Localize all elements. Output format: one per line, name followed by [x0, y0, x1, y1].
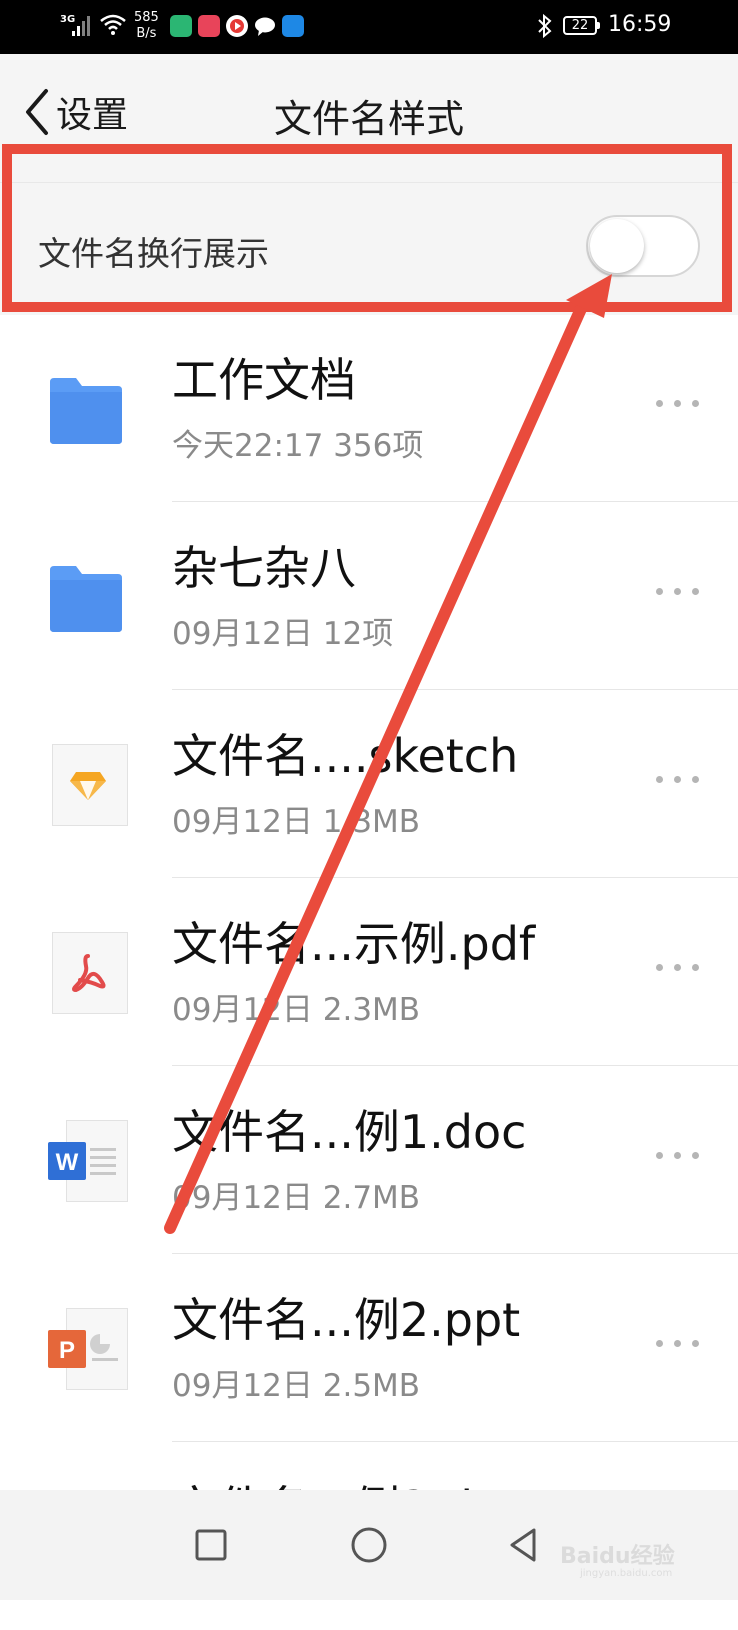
- file-name: 文件名...例2.ppt: [172, 1293, 521, 1347]
- pdf-file-icon: [48, 932, 128, 1014]
- clock: 16:59: [608, 12, 672, 37]
- watermark-brand: Baidu经验: [560, 1544, 675, 1569]
- file-row[interactable]: W 文件名...例1.doc 09月12日 2.7MB: [0, 1066, 738, 1254]
- file-meta: 09月12日 2.3MB: [172, 992, 421, 1028]
- speed-value: 585: [134, 10, 159, 25]
- signal-icon: [72, 14, 94, 36]
- baidu-watermark: Baidu经验 jingyan.baidu.com: [560, 1510, 730, 1590]
- svg-text:P: P: [59, 1337, 75, 1364]
- battery-indicator: 22: [563, 16, 600, 35]
- file-row[interactable]: 文件名...示例.pdf 09月12日 2.3MB: [0, 878, 738, 1066]
- setting-row: 文件名换行展示: [0, 182, 738, 315]
- more-options-icon[interactable]: [656, 1148, 700, 1162]
- home-button[interactable]: [344, 1520, 394, 1570]
- recent-apps-button[interactable]: [186, 1520, 236, 1570]
- toggle-knob: [590, 219, 644, 273]
- bluetooth-icon: [538, 13, 552, 39]
- file-meta: 09月12日 2.5MB: [172, 1368, 421, 1404]
- message-icon: [254, 15, 276, 37]
- back-nav-button[interactable]: [500, 1520, 550, 1570]
- setting-section: 文件名换行展示: [0, 174, 738, 315]
- speed-unit: B/s: [136, 26, 157, 41]
- title-bar: 设置 文件名样式: [0, 54, 738, 174]
- more-options-icon[interactable]: [656, 1336, 700, 1350]
- network-speed: 585 B/s: [134, 10, 159, 42]
- file-name: 工作文档: [172, 353, 356, 407]
- file-row[interactable]: P 文件名...例2.ppt 09月12日 2.5MB: [0, 1254, 738, 1442]
- file-name: 文件名...示例.pdf: [172, 917, 536, 971]
- file-meta: 今天22:17 356项: [172, 428, 424, 464]
- file-meta: 09月12日 12项: [172, 616, 394, 652]
- watermark-url: jingyan.baidu.com: [580, 1568, 673, 1579]
- svg-text:W: W: [56, 1149, 79, 1176]
- app-notification-icon: [198, 15, 220, 37]
- ppt-file-icon: P: [48, 1308, 128, 1390]
- wifi-icon: [100, 14, 126, 35]
- folder-icon: [50, 378, 122, 444]
- wrap-filename-toggle[interactable]: [586, 215, 700, 277]
- app-notification-icon: [282, 15, 304, 37]
- folder-icon: [50, 566, 122, 632]
- status-bar: 3G 585 B/s 22 16:59: [0, 0, 738, 54]
- more-options-icon[interactable]: [656, 396, 700, 410]
- app-notification-icon: [170, 15, 192, 37]
- file-list: 工作文档 今天22:17 356项 杂七杂八 09月12日 12项 文件名...…: [0, 314, 738, 1630]
- more-options-icon[interactable]: [656, 772, 700, 786]
- word-file-icon: W: [48, 1120, 128, 1202]
- file-row[interactable]: 杂七杂八 09月12日 12项: [0, 502, 738, 690]
- navigation-bar: Baidu经验 jingyan.baidu.com: [0, 1490, 738, 1600]
- more-options-icon[interactable]: [656, 960, 700, 974]
- sketch-file-icon: [48, 744, 128, 826]
- video-app-icon: [226, 15, 248, 37]
- file-name: 杂七杂八: [172, 541, 356, 595]
- file-name: 文件名....sketch: [172, 729, 519, 783]
- more-options-icon[interactable]: [656, 584, 700, 598]
- page-title: 文件名样式: [273, 97, 464, 141]
- file-row[interactable]: 工作文档 今天22:17 356项: [0, 314, 738, 502]
- setting-label: 文件名换行展示: [38, 234, 269, 273]
- file-meta: 09月12日 2.7MB: [172, 1180, 421, 1216]
- file-name: 文件名...例1.doc: [172, 1105, 527, 1159]
- file-row[interactable]: 文件名....sketch 09月12日 1.3MB: [0, 690, 738, 878]
- file-meta: 09月12日 1.3MB: [172, 804, 421, 840]
